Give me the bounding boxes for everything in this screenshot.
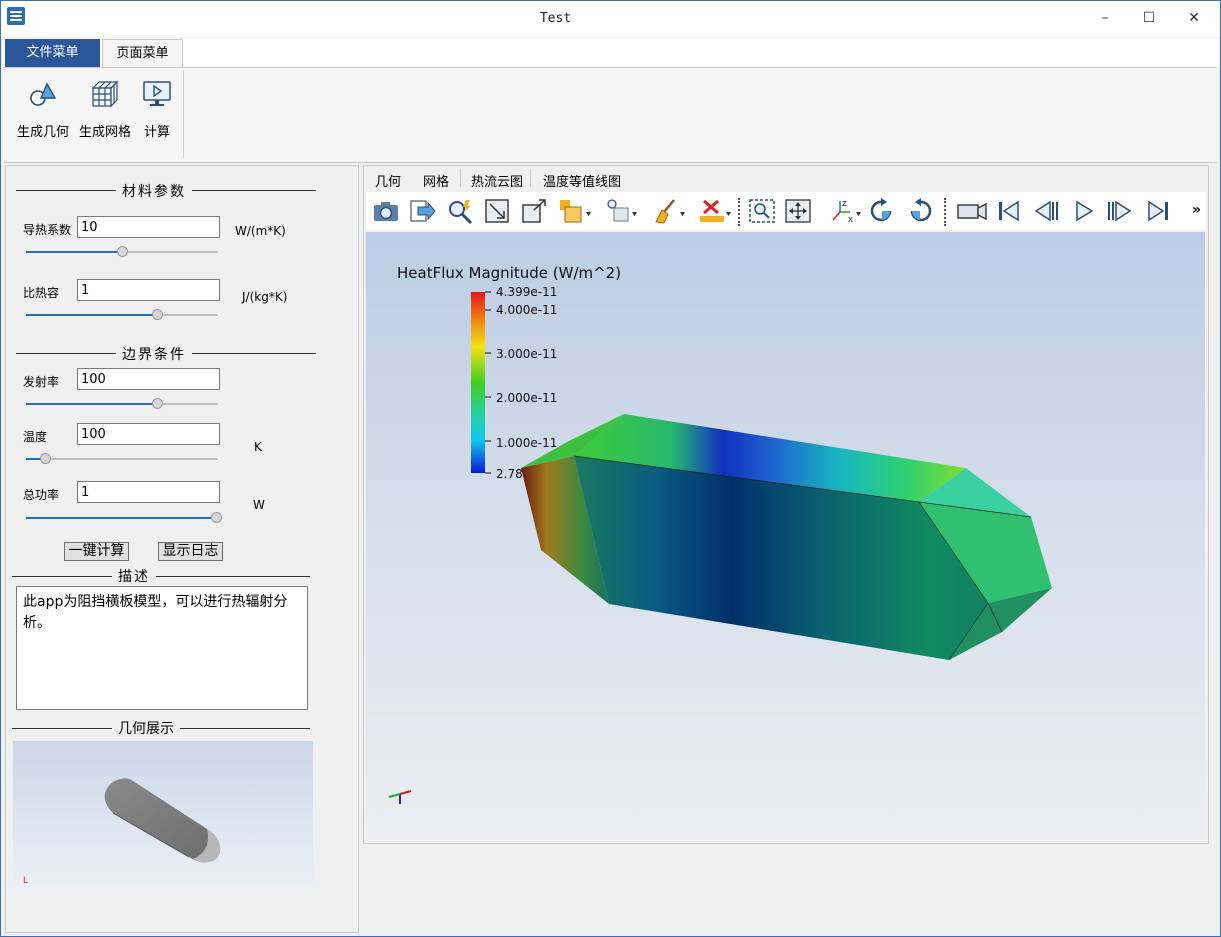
parameter-panel: 材料参数 导热系数 10 W/(m*K) 比热容 1 J/(kg*K) 边界条件… bbox=[5, 165, 359, 933]
close-button[interactable]: ✕ bbox=[1180, 7, 1208, 29]
view-toolbar: ZX » bbox=[366, 192, 1206, 230]
heat-capacity-unit: J/(kg*K) bbox=[242, 290, 288, 304]
toolbar-separator bbox=[944, 198, 947, 226]
temperature-slider[interactable] bbox=[26, 452, 218, 466]
show-log-button[interactable]: 显示日志 bbox=[158, 542, 223, 561]
conductivity-slider[interactable] bbox=[26, 245, 218, 259]
conductivity-input[interactable]: 10 bbox=[77, 216, 220, 238]
axes-icon[interactable]: ZX bbox=[828, 198, 862, 224]
window-title: Test bbox=[539, 11, 572, 26]
title-bar: Test – ☐ ✕ bbox=[1, 1, 1220, 37]
play-icon[interactable] bbox=[1070, 198, 1098, 224]
tab-file-menu[interactable]: 文件菜单 bbox=[5, 39, 100, 67]
display-mode-icon[interactable] bbox=[558, 198, 592, 224]
power-input[interactable]: 1 bbox=[77, 481, 220, 503]
export-icon[interactable] bbox=[408, 198, 436, 224]
generate-mesh-label: 生成网格 bbox=[78, 125, 131, 140]
geometry-group-title: 几何展示 bbox=[112, 718, 180, 738]
maximize-button[interactable]: ☐ bbox=[1135, 7, 1163, 29]
slider-handle[interactable] bbox=[151, 398, 163, 409]
visualization-panel: 几何 网格 热流云图 温度等值线图 ZX » HeatFlux Magnitud… bbox=[363, 165, 1209, 844]
description-group-title: 描述 bbox=[112, 566, 156, 586]
ribbon-separator bbox=[183, 70, 184, 158]
description-group-line bbox=[12, 576, 310, 577]
power-unit: W bbox=[253, 498, 265, 512]
temperature-label: 温度 bbox=[23, 430, 48, 444]
heatflux-3d-viewport[interactable]: HeatFlux Magnitude (W/m^2) 4.399e-11 4.0… bbox=[366, 232, 1205, 840]
ribbon-tab-bar: 文件菜单 页面菜单 bbox=[3, 38, 1219, 68]
generate-geometry-label: 生成几何 bbox=[16, 125, 69, 140]
temperature-unit: K bbox=[254, 440, 262, 454]
first-frame-icon[interactable] bbox=[995, 198, 1023, 224]
slider-handle[interactable] bbox=[151, 309, 163, 320]
heatflux-model bbox=[521, 414, 1052, 661]
tab-temperature-isoline[interactable]: 温度等值线图 bbox=[543, 171, 621, 190]
view-tab-bar: 几何 网格 热流云图 温度等值线图 bbox=[364, 166, 1206, 190]
compute-button[interactable]: 计算 bbox=[137, 76, 177, 156]
svg-text:ᒪ: ᒪ bbox=[23, 876, 28, 886]
geometry-icon bbox=[30, 82, 57, 106]
toolbar-separator bbox=[738, 198, 741, 226]
rotate-ccw-icon[interactable] bbox=[906, 198, 934, 224]
minimize-button[interactable]: – bbox=[1091, 7, 1119, 29]
power-slider[interactable] bbox=[26, 511, 223, 525]
camera-icon[interactable] bbox=[372, 198, 400, 224]
orientation-axes-icon bbox=[388, 790, 412, 804]
tab-mesh[interactable]: 网格 bbox=[423, 171, 449, 190]
emissivity-label: 发射率 bbox=[23, 375, 60, 389]
power-label: 总功率 bbox=[23, 488, 60, 502]
heat-capacity-input[interactable]: 1 bbox=[77, 279, 220, 301]
reset-view-icon[interactable] bbox=[520, 198, 548, 224]
tab-separator bbox=[530, 169, 531, 187]
slider-handle[interactable] bbox=[211, 512, 223, 523]
next-frame-icon[interactable] bbox=[1106, 198, 1134, 224]
description-textbox[interactable]: 此app为阻挡横板模型，可以进行热辐射分析。 bbox=[16, 586, 308, 710]
fit-icon[interactable] bbox=[483, 198, 511, 224]
material-group-title: 材料参数 bbox=[116, 181, 192, 201]
pan-icon[interactable] bbox=[784, 198, 812, 224]
video-icon[interactable] bbox=[956, 198, 988, 224]
emissivity-slider[interactable] bbox=[26, 397, 218, 411]
ribbon-panel: 生成几何 生成网格 计算 bbox=[3, 67, 1217, 163]
prev-frame-icon[interactable] bbox=[1032, 198, 1060, 224]
tab-page-menu[interactable]: 页面菜单 bbox=[102, 39, 183, 68]
conductivity-label: 导热系数 bbox=[23, 223, 72, 237]
compute-label: 计算 bbox=[143, 125, 170, 140]
app-window: Test – ☐ ✕ 文件菜单 页面菜单 生成几何 生成网格 计算 材料参数 导… bbox=[0, 0, 1221, 937]
clean-icon[interactable] bbox=[652, 198, 686, 224]
slider-handle[interactable] bbox=[40, 453, 52, 464]
tab-heatflux-contour[interactable]: 热流云图 bbox=[471, 171, 523, 190]
delete-icon[interactable] bbox=[698, 198, 732, 224]
boundary-group-title: 边界条件 bbox=[116, 344, 192, 364]
toolbar-overflow-button[interactable]: » bbox=[1192, 202, 1201, 218]
tab-separator bbox=[460, 169, 461, 187]
heat-capacity-label: 比热容 bbox=[23, 286, 60, 300]
svg-text:Z: Z bbox=[842, 200, 847, 208]
zoom-box-icon[interactable] bbox=[748, 198, 776, 224]
mesh-icon bbox=[91, 80, 119, 108]
geometry-preview-viewport[interactable]: ᒪ bbox=[13, 741, 313, 891]
slider-handle[interactable] bbox=[117, 246, 128, 257]
query-icon[interactable] bbox=[446, 198, 474, 224]
rotate-cw-icon[interactable] bbox=[868, 198, 896, 224]
geometry-preview-model: ᒪ bbox=[23, 778, 221, 886]
compute-icon bbox=[143, 81, 171, 106]
last-frame-icon[interactable] bbox=[1144, 198, 1172, 224]
temperature-input[interactable]: 100 bbox=[77, 423, 220, 445]
one-click-compute-button[interactable]: 一键计算 bbox=[64, 542, 129, 561]
light-icon[interactable] bbox=[604, 198, 638, 224]
conductivity-unit: W/(m*K) bbox=[235, 224, 286, 238]
svg-text:X: X bbox=[848, 216, 853, 224]
emissivity-input[interactable]: 100 bbox=[77, 368, 220, 390]
heat-capacity-slider[interactable] bbox=[26, 308, 218, 322]
generate-mesh-button[interactable]: 生成网格 bbox=[75, 76, 135, 156]
tab-geometry[interactable]: 几何 bbox=[375, 171, 401, 190]
generate-geometry-button[interactable]: 生成几何 bbox=[13, 76, 73, 156]
